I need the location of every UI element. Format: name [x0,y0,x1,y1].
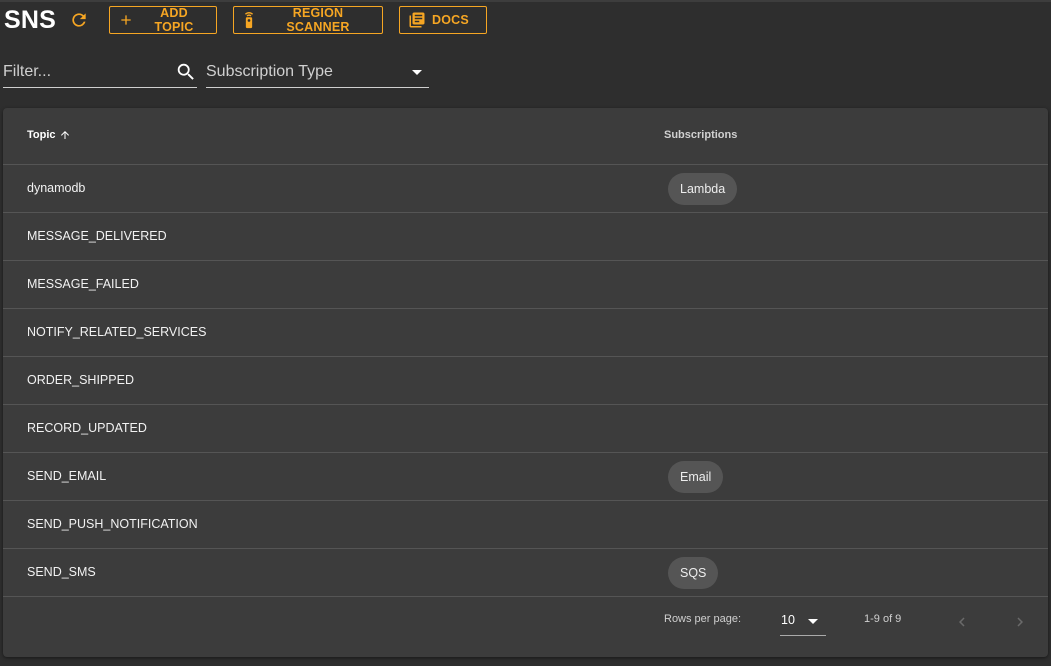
table-header: Topic Subscriptions [3,108,1048,165]
topic-name[interactable]: SEND_EMAIL [27,469,106,483]
topics-table: Topic Subscriptions dynamodb Lambda MESSAG… [3,108,1048,657]
previous-page-icon[interactable] [951,611,973,633]
subscription-chip[interactable]: SQS [668,557,719,589]
subscription-chip[interactable]: Email [668,461,724,493]
column-header-topic-label: Topic [27,129,56,141]
topic-name[interactable]: dynamodb [27,181,85,195]
column-header-topic[interactable]: Topic [27,129,71,141]
rows-per-page-label: Rows per page: [664,613,742,625]
table-row[interactable]: MESSAGE_FAILED [3,261,1048,309]
table-row[interactable]: SEND_PUSH_NOTIFICATION [3,501,1048,549]
chevron-down-icon [412,70,422,75]
filter-field [3,56,197,88]
plus-icon [121,15,131,25]
chevron-down-icon [808,619,818,624]
table-row[interactable]: MESSAGE_DELIVERED [3,213,1048,261]
topic-name[interactable]: SEND_PUSH_NOTIFICATION [27,517,198,531]
table-row[interactable]: NOTIFY_RELATED_SERVICES [3,309,1048,357]
table-row[interactable]: RECORD_UPDATED [3,405,1048,453]
topic-name[interactable]: MESSAGE_FAILED [27,277,139,291]
add-topic-label: ADD TOPIC [154,6,194,34]
next-page-icon[interactable] [1009,611,1031,633]
table-row[interactable]: dynamodb Lambda [3,165,1048,213]
topic-name[interactable]: MESSAGE_DELIVERED [27,229,167,243]
topic-name[interactable]: RECORD_UPDATED [27,421,147,435]
filter-input[interactable] [3,60,169,84]
column-header-subscriptions: Subscriptions [664,129,738,141]
top-border [0,0,1051,2]
library-books-icon [409,12,425,28]
table-body: dynamodb Lambda MESSAGE_DELIVERED MESSAGE_F… [3,165,1048,597]
search-icon[interactable] [175,61,197,88]
table-row[interactable]: ORDER_SHIPPED [3,357,1048,405]
subscription-type-select[interactable]: Subscription Type [206,56,429,88]
page-header: SNS [4,6,90,34]
region-scanner-label: REGION SCANNER [286,6,350,34]
subscription-chip[interactable]: Lambda [668,173,738,205]
topic-name[interactable]: SEND_SMS [27,565,96,579]
refresh-icon[interactable] [68,9,90,31]
remote-scanner-icon [244,12,254,29]
rows-per-page-select[interactable]: 10 [780,604,826,636]
table-row[interactable]: SEND_EMAIL Email [3,453,1048,501]
docs-button[interactable]: DOCS [399,6,487,34]
add-topic-button[interactable]: ADD TOPIC [109,6,217,34]
pagination-range: 1-9 of 9 [864,613,902,625]
table-row[interactable]: SEND_SMS SQS [3,549,1048,597]
pagination: Rows per page: 10 1-9 of 9 [3,600,1048,656]
sort-arrow-up-icon [60,131,69,139]
rows-per-page-value: 10 [781,613,795,627]
docs-label: DOCS [432,13,469,27]
topic-name[interactable]: NOTIFY_RELATED_SERVICES [27,325,206,339]
topic-name[interactable]: ORDER_SHIPPED [27,373,134,387]
subscription-type-label: Subscription Type [206,63,333,80]
region-scanner-button[interactable]: REGION SCANNER [233,6,383,34]
page-title: SNS [4,6,57,34]
